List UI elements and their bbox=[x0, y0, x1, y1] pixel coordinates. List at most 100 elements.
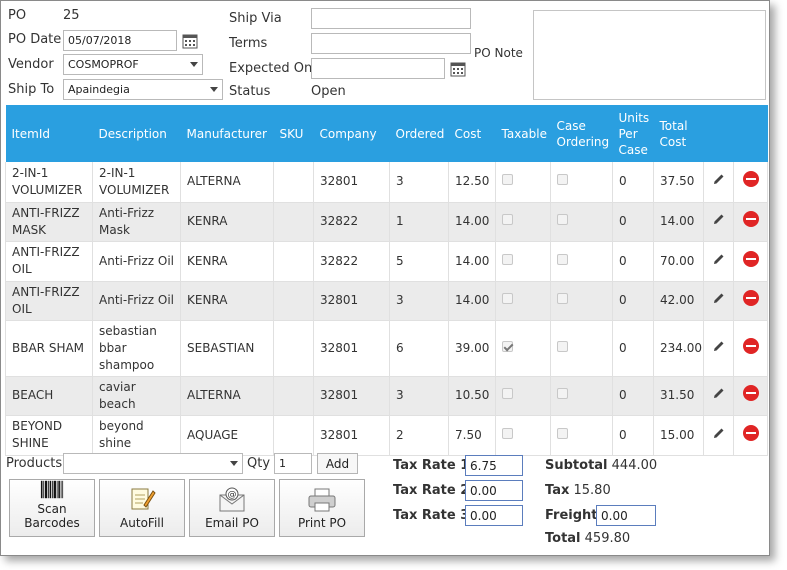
taxable-checkbox[interactable] bbox=[502, 293, 513, 304]
taxable-checkbox[interactable] bbox=[502, 388, 513, 399]
autofill-button[interactable]: AutoFill bbox=[99, 479, 185, 537]
pencil-icon[interactable] bbox=[713, 388, 725, 402]
cell-units_per_case: 0 bbox=[612, 202, 654, 242]
autofill-label: AutoFill bbox=[120, 516, 164, 530]
delete-icon[interactable] bbox=[742, 385, 759, 401]
status-value: Open bbox=[311, 84, 346, 99]
products-select[interactable] bbox=[63, 453, 243, 474]
terms-input[interactable] bbox=[311, 33, 471, 54]
case_ordering-checkbox[interactable] bbox=[557, 388, 568, 399]
cell-total_cost: 42.00 bbox=[653, 281, 704, 321]
subtotal-label: Subtotal bbox=[545, 458, 608, 473]
column-header[interactable]: ItemId bbox=[5, 105, 93, 162]
pencil-icon[interactable] bbox=[713, 214, 725, 228]
cell-description: caviar beach bbox=[92, 376, 181, 416]
cell-manufacturer: KENRA bbox=[180, 281, 274, 321]
subtotal-value: 444.00 bbox=[611, 458, 658, 473]
ship-via-input[interactable] bbox=[311, 8, 471, 29]
cell-delete bbox=[733, 281, 768, 321]
pencil-icon[interactable] bbox=[713, 341, 725, 355]
case_ordering-checkbox[interactable] bbox=[557, 427, 568, 439]
scan-label-line1: Scan bbox=[37, 502, 67, 516]
cell-sku bbox=[273, 320, 314, 377]
case_ordering-checkbox[interactable] bbox=[557, 174, 568, 186]
column-header[interactable]: Ordered bbox=[389, 105, 449, 162]
print-po-button[interactable]: Print PO bbox=[279, 479, 365, 537]
cell-cost: 14.00 bbox=[448, 281, 496, 321]
email-po-button[interactable]: @ Email PO bbox=[189, 479, 275, 537]
cell-taxable bbox=[495, 415, 551, 456]
tax-rate-3-input[interactable] bbox=[465, 505, 523, 526]
po-number: 25 bbox=[63, 8, 80, 23]
cell-delete bbox=[733, 415, 768, 456]
expected-on-calendar-icon[interactable] bbox=[450, 61, 466, 77]
tax-rate-2-input[interactable] bbox=[465, 480, 523, 501]
expected-on-input[interactable] bbox=[311, 58, 445, 79]
po-note-textarea[interactable] bbox=[533, 10, 766, 100]
cell-taxable bbox=[495, 162, 551, 203]
column-header[interactable]: Cost bbox=[448, 105, 496, 162]
po-date-calendar-icon[interactable] bbox=[182, 33, 198, 49]
chevron-down-icon bbox=[226, 454, 242, 473]
delete-icon[interactable] bbox=[742, 290, 759, 306]
tax-rate-1-input[interactable] bbox=[465, 455, 523, 476]
ship-to-select-value: Apaindegia bbox=[68, 83, 130, 96]
column-header[interactable]: Total Cost bbox=[653, 105, 704, 162]
column-header[interactable]: Case Ordering bbox=[550, 105, 613, 162]
table-row: BEACH caviar beach ALTERNA 32801 3 10.50 0 31.5… bbox=[5, 376, 768, 416]
column-header[interactable]: Units Per Case bbox=[612, 105, 654, 162]
table-row: ANTI-FRIZZ OIL Anti-Frizz Oil KENRA 32822 5 1… bbox=[5, 241, 768, 282]
cell-company: 32822 bbox=[313, 241, 390, 282]
taxable-checkbox[interactable] bbox=[502, 214, 513, 225]
taxable-checkbox[interactable] bbox=[502, 174, 513, 186]
cell-case_ordering bbox=[550, 281, 613, 321]
pencil-icon[interactable] bbox=[713, 293, 725, 307]
total-value: 459.80 bbox=[584, 531, 631, 546]
cell-units_per_case: 0 bbox=[612, 415, 654, 456]
cell-ordered: 2 bbox=[389, 415, 449, 456]
pencil-icon[interactable] bbox=[713, 428, 725, 442]
taxable-checkbox[interactable] bbox=[502, 340, 513, 352]
tax-rate-2-label: Tax Rate 2 bbox=[393, 483, 470, 498]
case_ordering-checkbox[interactable] bbox=[557, 293, 568, 304]
cell-cost: 39.00 bbox=[448, 320, 496, 377]
cell-delete bbox=[733, 320, 768, 377]
column-header[interactable]: Taxable bbox=[495, 105, 551, 162]
qty-input[interactable] bbox=[274, 453, 312, 474]
ship-via-label: Ship Via bbox=[229, 11, 282, 26]
column-header[interactable]: SKU bbox=[273, 105, 314, 162]
ship-to-select[interactable]: Apaindegia bbox=[63, 79, 223, 100]
expected-on-label: Expected On bbox=[229, 61, 313, 76]
chevron-down-icon bbox=[206, 80, 222, 99]
case_ordering-checkbox[interactable] bbox=[557, 253, 568, 265]
pencil-icon[interactable] bbox=[713, 254, 725, 268]
delete-icon[interactable] bbox=[742, 337, 759, 354]
freight-input[interactable] bbox=[596, 505, 656, 526]
cell-company: 32822 bbox=[313, 202, 390, 242]
total-label: Total bbox=[545, 531, 581, 546]
delete-icon[interactable] bbox=[742, 171, 759, 188]
add-button[interactable]: Add bbox=[317, 453, 358, 474]
column-header[interactable]: Description bbox=[92, 105, 181, 162]
delete-icon[interactable] bbox=[742, 424, 759, 441]
delete-icon[interactable] bbox=[742, 250, 759, 267]
tax-total: Tax 15.80 bbox=[545, 483, 611, 498]
column-header[interactable]: Company bbox=[313, 105, 390, 162]
case_ordering-checkbox[interactable] bbox=[557, 340, 568, 352]
vendor-select[interactable]: COSMOPROF bbox=[63, 54, 203, 75]
taxable-checkbox[interactable] bbox=[502, 253, 513, 265]
cell-sku bbox=[273, 202, 314, 242]
case_ordering-checkbox[interactable] bbox=[557, 214, 568, 225]
po-date-input[interactable] bbox=[63, 30, 177, 51]
cell-case_ordering bbox=[550, 415, 613, 456]
column-header[interactable]: Manufacturer bbox=[180, 105, 274, 162]
cell-description: beyond shine bbox=[92, 415, 181, 456]
taxable-checkbox[interactable] bbox=[502, 427, 513, 439]
cell-delete bbox=[733, 241, 768, 282]
cell-taxable bbox=[495, 241, 551, 282]
delete-icon[interactable] bbox=[742, 211, 759, 227]
vendor-select-value: COSMOPROF bbox=[68, 58, 139, 71]
scan-barcodes-button[interactable]: Scan Barcodes bbox=[9, 479, 95, 537]
email-label: Email PO bbox=[205, 516, 259, 530]
pencil-icon[interactable] bbox=[713, 174, 725, 188]
